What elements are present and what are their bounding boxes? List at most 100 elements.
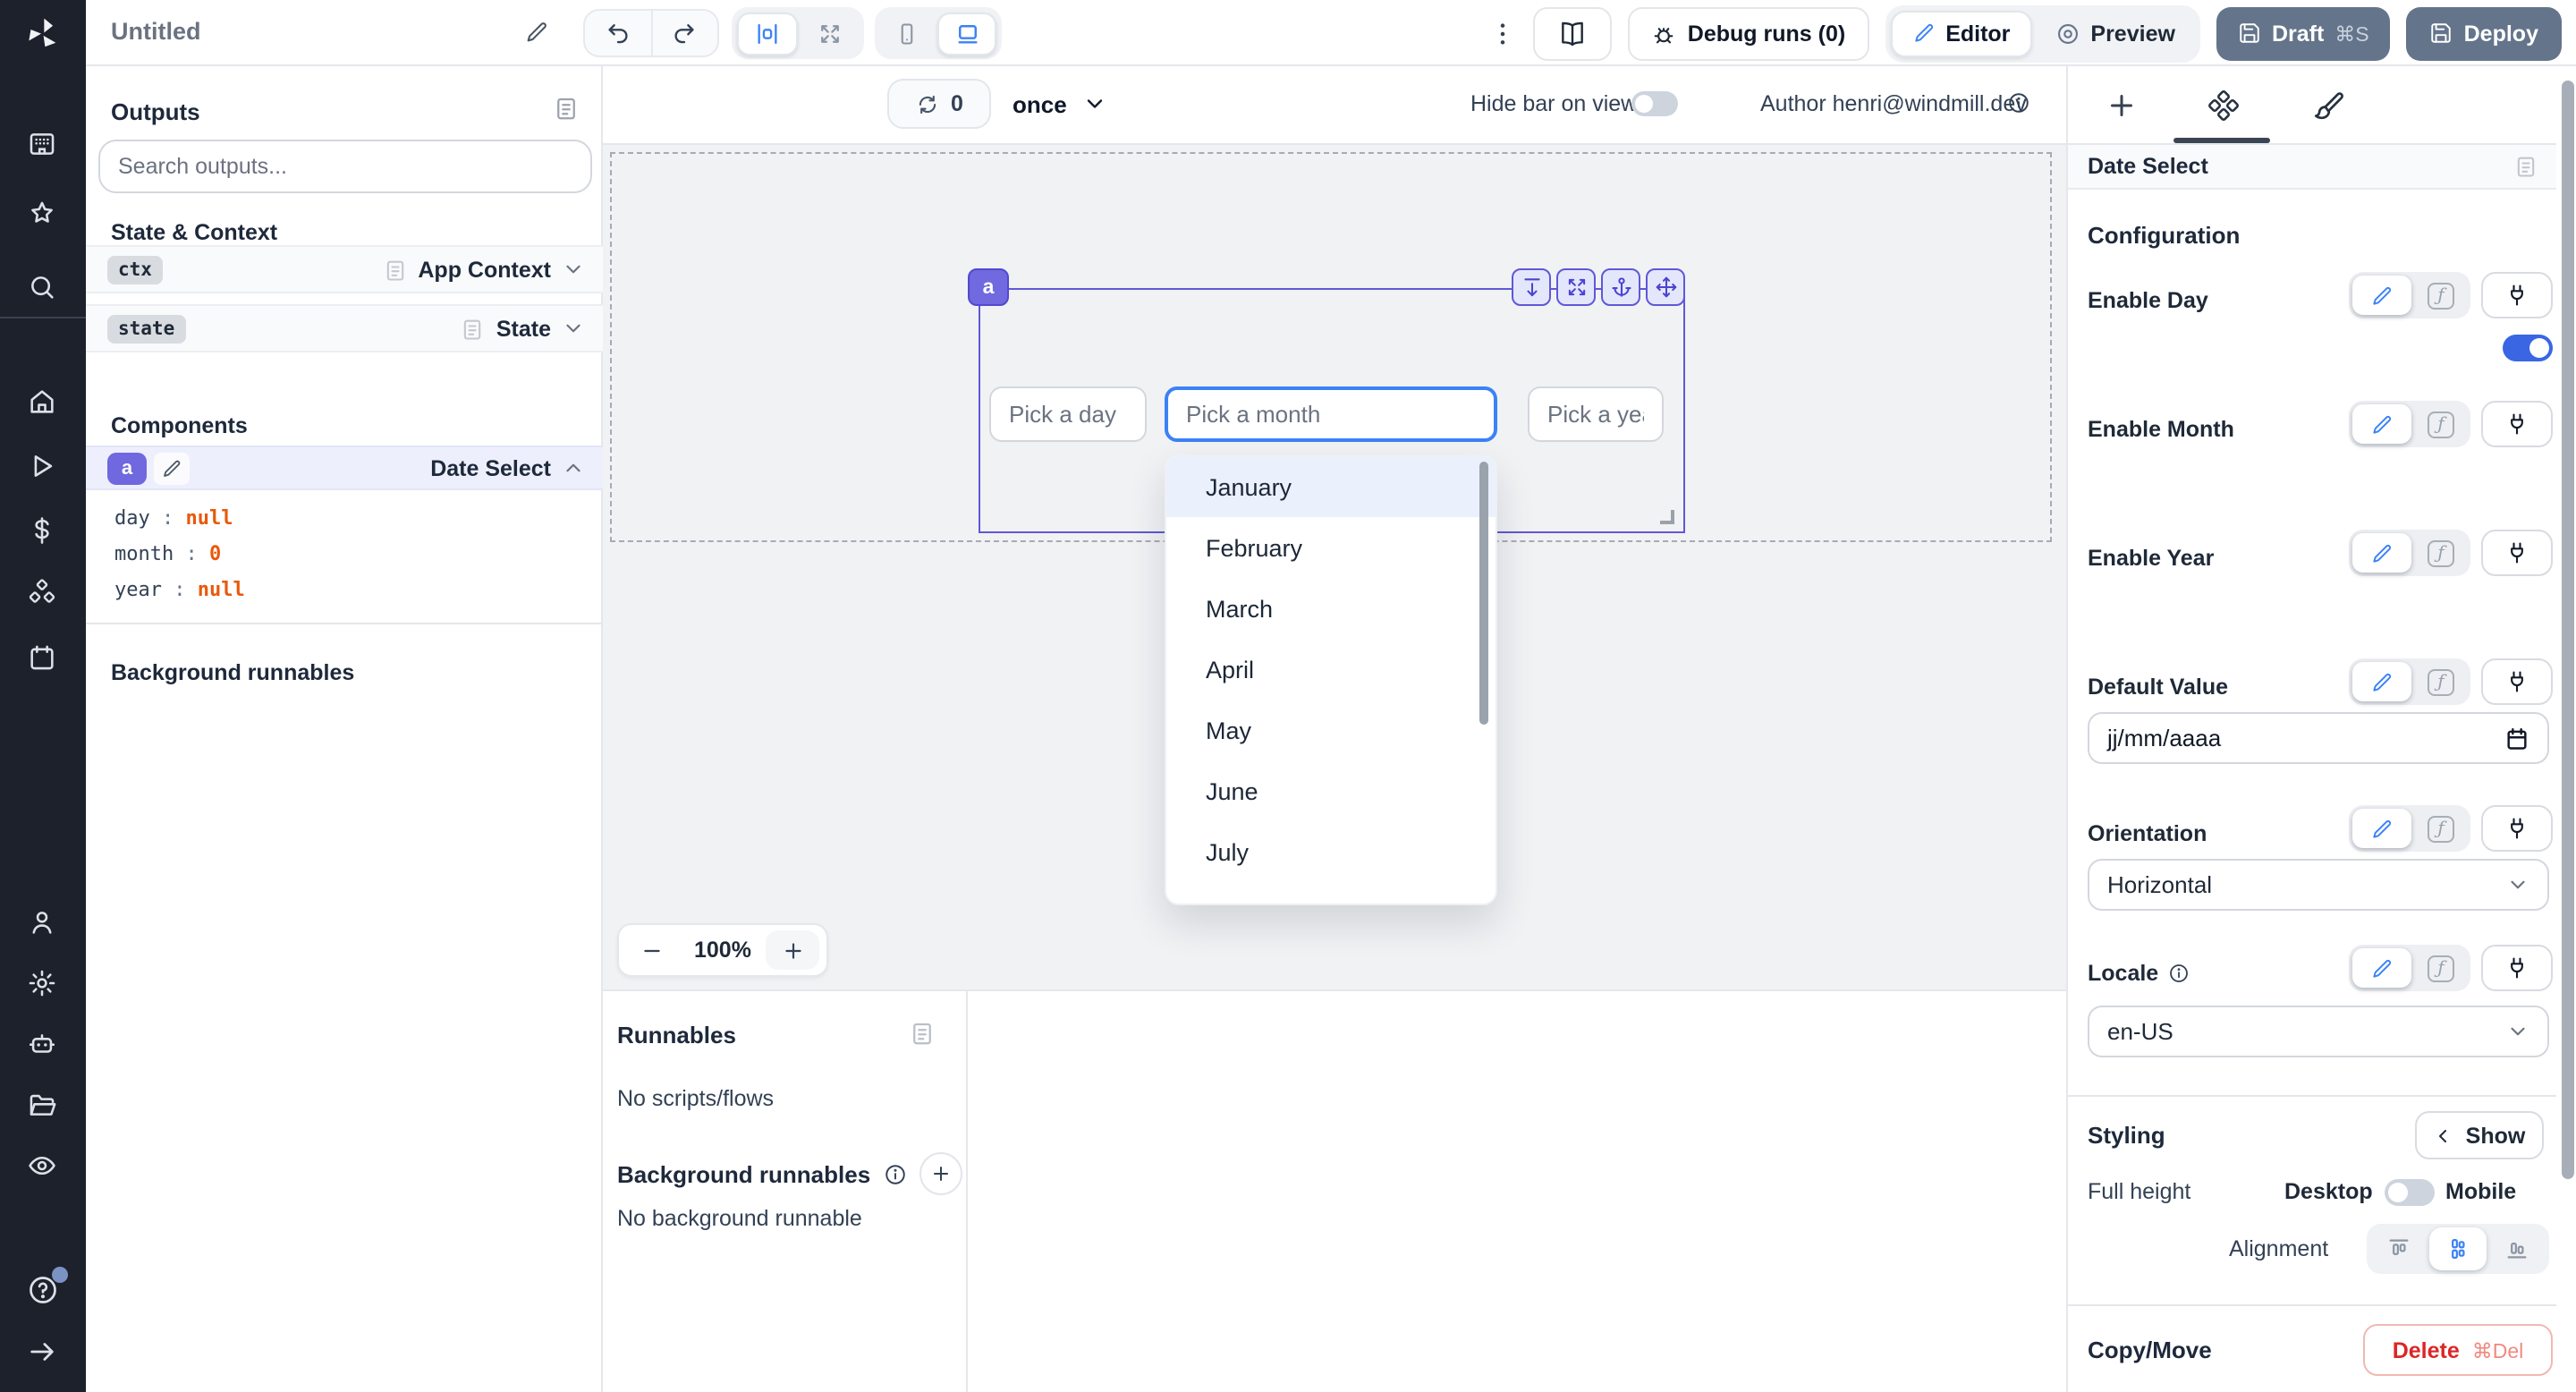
state-doc-icon[interactable]	[461, 316, 486, 341]
windmill-logo-icon[interactable]	[20, 13, 66, 55]
rename-pencil-icon[interactable]	[154, 453, 190, 485]
component-doc-icon[interactable]	[2513, 154, 2538, 179]
favorites-star-icon[interactable]	[27, 199, 57, 229]
expr-fx-button[interactable]: ƒ	[2415, 815, 2467, 842]
resize-handle[interactable]	[1660, 510, 1674, 524]
runs-play-icon[interactable]	[27, 451, 57, 481]
connect-plug-button[interactable]	[2481, 658, 2553, 705]
resources-boxes-icon[interactable]	[27, 578, 57, 608]
component-id-badge[interactable]: a	[968, 268, 1009, 306]
anchor-handle[interactable]	[1601, 268, 1640, 306]
user-icon[interactable]	[27, 907, 57, 938]
align-top-button[interactable]	[2370, 1227, 2428, 1270]
info-icon[interactable]	[2007, 91, 2030, 115]
zoom-in-button[interactable]	[766, 930, 819, 970]
align-center-button[interactable]	[2429, 1227, 2487, 1270]
delete-component-button[interactable]: Delete ⌘Del	[2363, 1324, 2553, 1376]
full-height-desktop-toggle[interactable]	[2385, 1179, 2436, 1206]
month-option[interactable]: May	[1166, 700, 1496, 760]
expand-down-handle[interactable]	[1512, 268, 1551, 306]
app-canvas[interactable]: a January February March April May June …	[603, 145, 2066, 989]
draft-button[interactable]: Draft ⌘S	[2216, 6, 2391, 60]
pick-year-input[interactable]	[1528, 386, 1664, 442]
month-option[interactable]: April	[1166, 639, 1496, 700]
redo-button[interactable]	[653, 11, 717, 55]
folders-icon[interactable]	[27, 1090, 57, 1120]
component-settings-tab-icon[interactable]	[2207, 89, 2240, 122]
expr-fx-button[interactable]: ƒ	[2415, 955, 2467, 981]
app-title[interactable]: Untitled	[111, 18, 201, 45]
expr-fx-button[interactable]: ƒ	[2415, 282, 2467, 309]
insert-tab-plus-icon[interactable]	[2106, 89, 2138, 122]
ctx-row[interactable]: ctx App Context	[86, 245, 603, 293]
search-icon[interactable]	[27, 272, 57, 302]
maximize-handle[interactable]	[1556, 268, 1596, 306]
calendar-icon[interactable]	[2504, 726, 2529, 751]
chevron-down-icon[interactable]	[562, 317, 585, 340]
connect-plug-button[interactable]	[2481, 401, 2553, 447]
month-option[interactable]: July	[1166, 821, 1496, 882]
refresh-count-box[interactable]: 0	[887, 79, 991, 129]
collapse-arrow-icon[interactable]	[27, 1337, 57, 1367]
runnables-divider[interactable]	[966, 991, 968, 1392]
home-icon[interactable]	[27, 386, 57, 417]
static-edit-pencil-button[interactable]	[2352, 948, 2411, 988]
debug-runs-button[interactable]: Debug runs (0)	[1629, 6, 1868, 60]
undo-button[interactable]	[585, 11, 651, 55]
locale-select[interactable]: en-US	[2088, 1006, 2549, 1057]
variables-dollar-icon[interactable]	[27, 515, 57, 546]
component-a-row[interactable]: a Date Select	[86, 446, 603, 490]
month-option[interactable]: February	[1166, 517, 1496, 578]
static-edit-pencil-button[interactable]	[2352, 809, 2411, 848]
month-option[interactable]: March	[1166, 578, 1496, 639]
audit-eye-icon[interactable]	[27, 1150, 57, 1181]
page-scrollbar-thumb[interactable]	[2562, 81, 2574, 1179]
desktop-view-button[interactable]	[937, 12, 996, 55]
outputs-doc-icon[interactable]	[553, 95, 580, 122]
add-background-runnable-button[interactable]	[919, 1152, 962, 1195]
settings-gear-icon[interactable]	[27, 968, 57, 998]
pick-month-input[interactable]	[1165, 386, 1497, 442]
month-option[interactable]: June	[1166, 760, 1496, 821]
edit-title-pencil-icon[interactable]	[524, 20, 549, 45]
connect-plug-button[interactable]	[2481, 805, 2553, 852]
enable-day-toggle[interactable]	[2503, 335, 2553, 361]
zoom-out-button[interactable]	[619, 938, 683, 962]
styling-brush-tab-icon[interactable]	[2311, 89, 2343, 122]
run-mode-dropdown[interactable]: once	[1013, 79, 1108, 129]
deploy-button[interactable]: Deploy	[2407, 6, 2562, 60]
dropdown-scrollbar[interactable]	[1479, 462, 1488, 725]
chevron-up-icon[interactable]	[562, 456, 585, 480]
hide-bar-toggle[interactable]	[1631, 91, 1678, 116]
static-edit-pencil-button[interactable]	[2352, 662, 2411, 701]
center-canvas-button[interactable]	[737, 12, 798, 55]
workers-robot-icon[interactable]	[27, 1029, 57, 1059]
preview-tab[interactable]: Preview	[2035, 10, 2195, 56]
runnables-doc-icon[interactable]	[909, 1020, 936, 1047]
docs-book-button[interactable]	[1534, 6, 1613, 60]
connect-plug-button[interactable]	[2481, 945, 2553, 991]
more-menu-icon[interactable]	[1489, 19, 1518, 47]
static-edit-pencil-button[interactable]	[2352, 404, 2411, 444]
info-icon[interactable]	[883, 1162, 906, 1185]
apps-icon[interactable]	[27, 129, 57, 159]
search-outputs-input[interactable]	[98, 140, 592, 193]
pick-day-input[interactable]	[989, 386, 1147, 442]
info-icon[interactable]	[2167, 963, 2189, 984]
chevron-down-icon[interactable]	[562, 258, 585, 281]
orientation-select[interactable]: Horizontal	[2088, 859, 2549, 911]
schedules-calendar-icon[interactable]	[27, 642, 57, 673]
styling-show-button[interactable]: Show	[2415, 1111, 2544, 1159]
state-row[interactable]: state State	[86, 304, 603, 352]
editor-tab[interactable]: Editor	[1890, 10, 2031, 56]
expand-canvas-button[interactable]	[803, 12, 857, 55]
move-handle[interactable]	[1646, 268, 1685, 306]
connect-plug-button[interactable]	[2481, 272, 2553, 318]
expr-fx-button[interactable]: ƒ	[2415, 411, 2467, 437]
connect-plug-button[interactable]	[2481, 530, 2553, 576]
align-bottom-button[interactable]	[2488, 1227, 2546, 1270]
default-value-date-input[interactable]: jj/mm/aaaa	[2088, 712, 2549, 764]
expr-fx-button[interactable]: ƒ	[2415, 668, 2467, 695]
static-edit-pencil-button[interactable]	[2352, 276, 2411, 315]
mobile-view-button[interactable]	[880, 12, 932, 55]
